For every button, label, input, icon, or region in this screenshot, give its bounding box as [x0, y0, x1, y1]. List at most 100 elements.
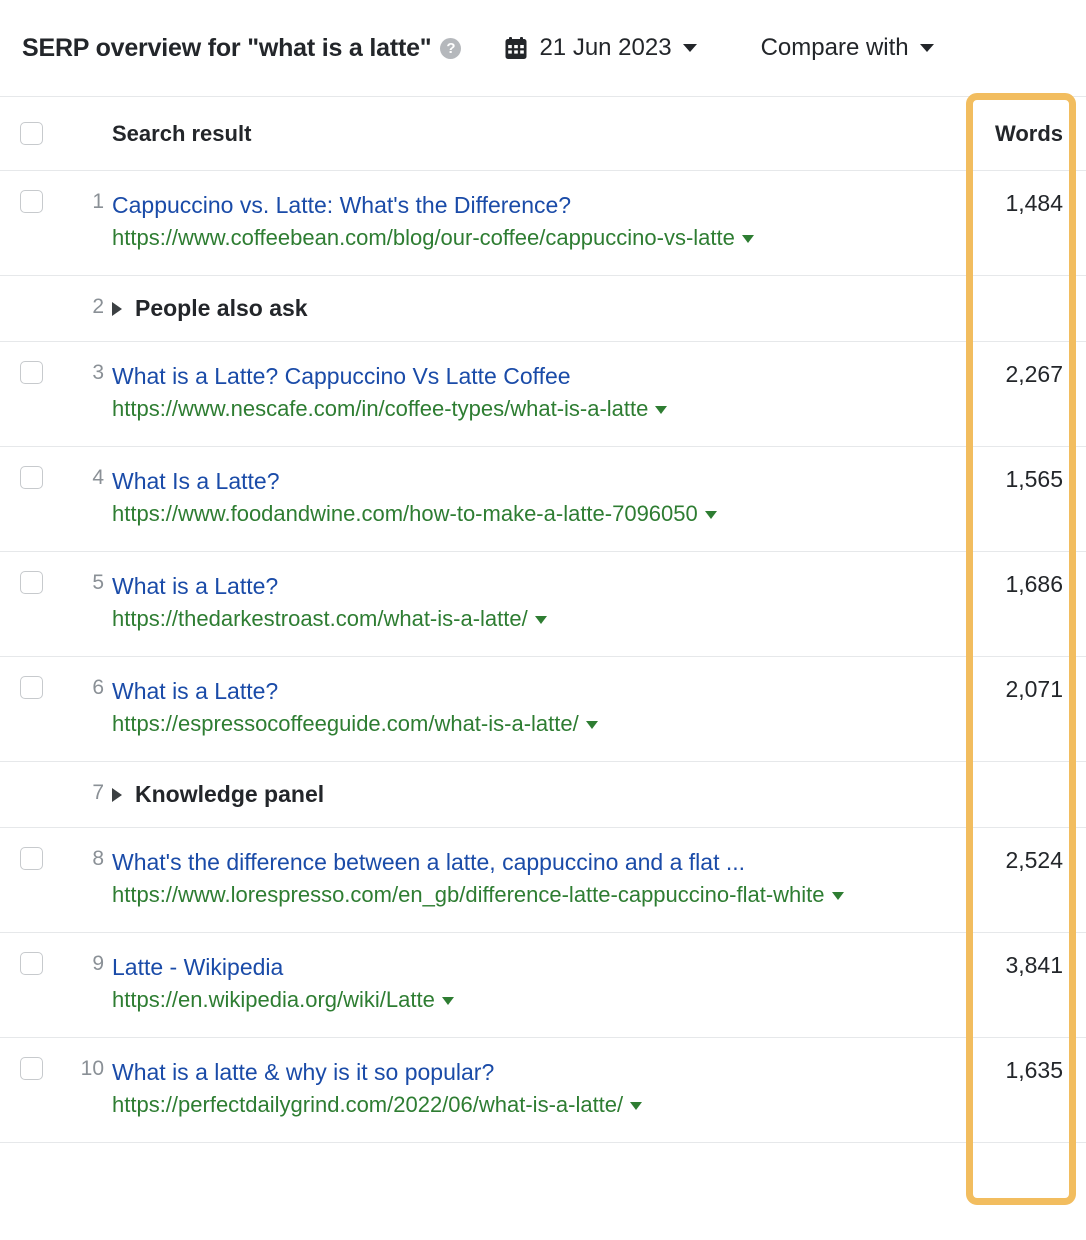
select-all-checkbox[interactable] [20, 122, 43, 145]
help-circle-icon[interactable]: ? [440, 38, 461, 59]
words-value [976, 762, 1086, 800]
chevron-down-icon[interactable] [832, 892, 844, 900]
serp-feature-label: Knowledge panel [135, 781, 324, 808]
row-checkbox[interactable] [20, 952, 43, 975]
chevron-down-icon[interactable] [705, 511, 717, 519]
compare-with-label: Compare with [761, 34, 909, 62]
table-row: 4 What Is a Latte? https://www.foodandwi… [0, 447, 1086, 552]
result-url-link[interactable]: https://www.nescafe.com/in/coffee-types/… [112, 396, 648, 421]
table-row: 1 Cappuccino vs. Latte: What's the Diffe… [0, 171, 1086, 276]
page-header: SERP overview for "what is a latte" ? 21… [0, 0, 1086, 96]
column-header-words[interactable]: Words [976, 121, 1086, 147]
words-value: 1,484 [976, 171, 1086, 236]
result-url-link[interactable]: https://en.wikipedia.org/wiki/Latte [112, 987, 435, 1012]
row-select-cell [0, 276, 62, 314]
rank-number: 2 [62, 276, 112, 338]
result-title-link[interactable]: What is a latte & why is it so popular? [112, 1057, 946, 1087]
row-select-cell [0, 447, 62, 508]
row-checkbox[interactable] [20, 1057, 43, 1080]
row-select-cell [0, 657, 62, 718]
result-url-link[interactable]: https://www.foodandwine.com/how-to-make-… [112, 501, 698, 526]
expand-triangle-icon[interactable] [112, 302, 122, 316]
result-title-link[interactable]: What Is a Latte? [112, 466, 946, 496]
row-select-cell [0, 1038, 62, 1099]
row-select-cell [0, 762, 62, 800]
table-row: 6 What is a Latte? https://espressocoffe… [0, 657, 1086, 762]
column-header-search-result: Search result [112, 121, 251, 146]
table-row: 9 Latte - Wikipedia https://en.wikipedia… [0, 933, 1086, 1038]
row-select-cell [0, 828, 62, 889]
row-checkbox[interactable] [20, 361, 43, 384]
words-value: 2,071 [976, 657, 1086, 722]
words-value: 2,524 [976, 828, 1086, 893]
result-title-link[interactable]: What is a Latte? [112, 676, 946, 706]
expand-triangle-icon[interactable] [112, 788, 122, 802]
result-title-link[interactable]: What is a Latte? [112, 571, 946, 601]
serp-feature-content[interactable]: People also ask [112, 276, 976, 341]
compare-with-dropdown[interactable]: Compare with [761, 34, 934, 62]
serp-results-table: Search result Words 1 Cappuccino vs. Lat… [0, 96, 1086, 1143]
chevron-down-icon [683, 44, 697, 52]
chevron-down-icon[interactable] [442, 997, 454, 1005]
result-content: What's the difference between a latte, c… [112, 828, 976, 932]
table-row: 10 What is a latte & why is it so popula… [0, 1038, 1086, 1143]
table-row: 2 People also ask [0, 276, 1086, 342]
result-url-link[interactable]: https://www.coffeebean.com/blog/our-coff… [112, 225, 735, 250]
result-title-link[interactable]: What's the difference between a latte, c… [112, 847, 946, 877]
row-checkbox[interactable] [20, 571, 43, 594]
serp-feature-content[interactable]: Knowledge panel [112, 762, 976, 827]
date-picker[interactable]: 21 Jun 2023 [505, 34, 696, 62]
row-checkbox[interactable] [20, 466, 43, 489]
words-value: 3,841 [976, 933, 1086, 998]
page-title: SERP overview for "what is a latte" [22, 34, 431, 63]
table-row: 8 What's the difference between a latte,… [0, 828, 1086, 933]
row-select-cell [0, 552, 62, 613]
table-row: 7 Knowledge panel [0, 762, 1086, 828]
date-value: 21 Jun 2023 [539, 34, 671, 62]
result-title-link[interactable]: Cappuccino vs. Latte: What's the Differe… [112, 190, 946, 220]
rank-number: 1 [62, 171, 112, 233]
rank-number: 8 [62, 828, 112, 890]
chevron-down-icon[interactable] [630, 1102, 642, 1110]
result-content: What is a latte & why is it so popular? … [112, 1038, 976, 1142]
words-value: 2,267 [976, 342, 1086, 407]
chevron-down-icon[interactable] [586, 721, 598, 729]
result-url-link[interactable]: https://www.lorespresso.com/en_gb/differ… [112, 882, 825, 907]
row-select-cell [0, 342, 62, 403]
words-value [976, 276, 1086, 314]
rank-number: 4 [62, 447, 112, 509]
chevron-down-icon[interactable] [655, 406, 667, 414]
row-select-cell [0, 171, 62, 232]
rank-number: 6 [62, 657, 112, 719]
rank-number: 5 [62, 552, 112, 614]
search-result-header-cell: Search result [112, 121, 976, 147]
words-value: 1,686 [976, 552, 1086, 617]
chevron-down-icon[interactable] [742, 235, 754, 243]
result-content: What is a Latte? Cappuccino Vs Latte Cof… [112, 342, 976, 446]
select-all-cell [0, 122, 62, 145]
chevron-down-icon [920, 44, 934, 52]
result-url-link[interactable]: https://thedarkestroast.com/what-is-a-la… [112, 606, 528, 631]
serp-feature-label: People also ask [135, 295, 308, 322]
rank-number: 10 [62, 1038, 112, 1100]
result-content: Cappuccino vs. Latte: What's the Differe… [112, 171, 976, 275]
words-value: 1,635 [976, 1038, 1086, 1103]
result-title-link[interactable]: What is a Latte? Cappuccino Vs Latte Cof… [112, 361, 946, 391]
chevron-down-icon[interactable] [535, 616, 547, 624]
table-row: 5 What is a Latte? https://thedarkestroa… [0, 552, 1086, 657]
row-checkbox[interactable] [20, 847, 43, 870]
result-url-link[interactable]: https://espressocoffeeguide.com/what-is-… [112, 711, 579, 736]
result-content: What is a Latte? https://thedarkestroast… [112, 552, 976, 656]
result-content: What Is a Latte? https://www.foodandwine… [112, 447, 976, 551]
rank-number: 9 [62, 933, 112, 995]
result-content: What is a Latte? https://espressocoffeeg… [112, 657, 976, 761]
table-row: 3 What is a Latte? Cappuccino Vs Latte C… [0, 342, 1086, 447]
result-url-link[interactable]: https://perfectdailygrind.com/2022/06/wh… [112, 1092, 623, 1117]
table-header-row: Search result Words [0, 97, 1086, 171]
words-value: 1,565 [976, 447, 1086, 512]
calendar-icon [505, 37, 527, 60]
row-select-cell [0, 933, 62, 994]
result-title-link[interactable]: Latte - Wikipedia [112, 952, 946, 982]
row-checkbox[interactable] [20, 676, 43, 699]
row-checkbox[interactable] [20, 190, 43, 213]
